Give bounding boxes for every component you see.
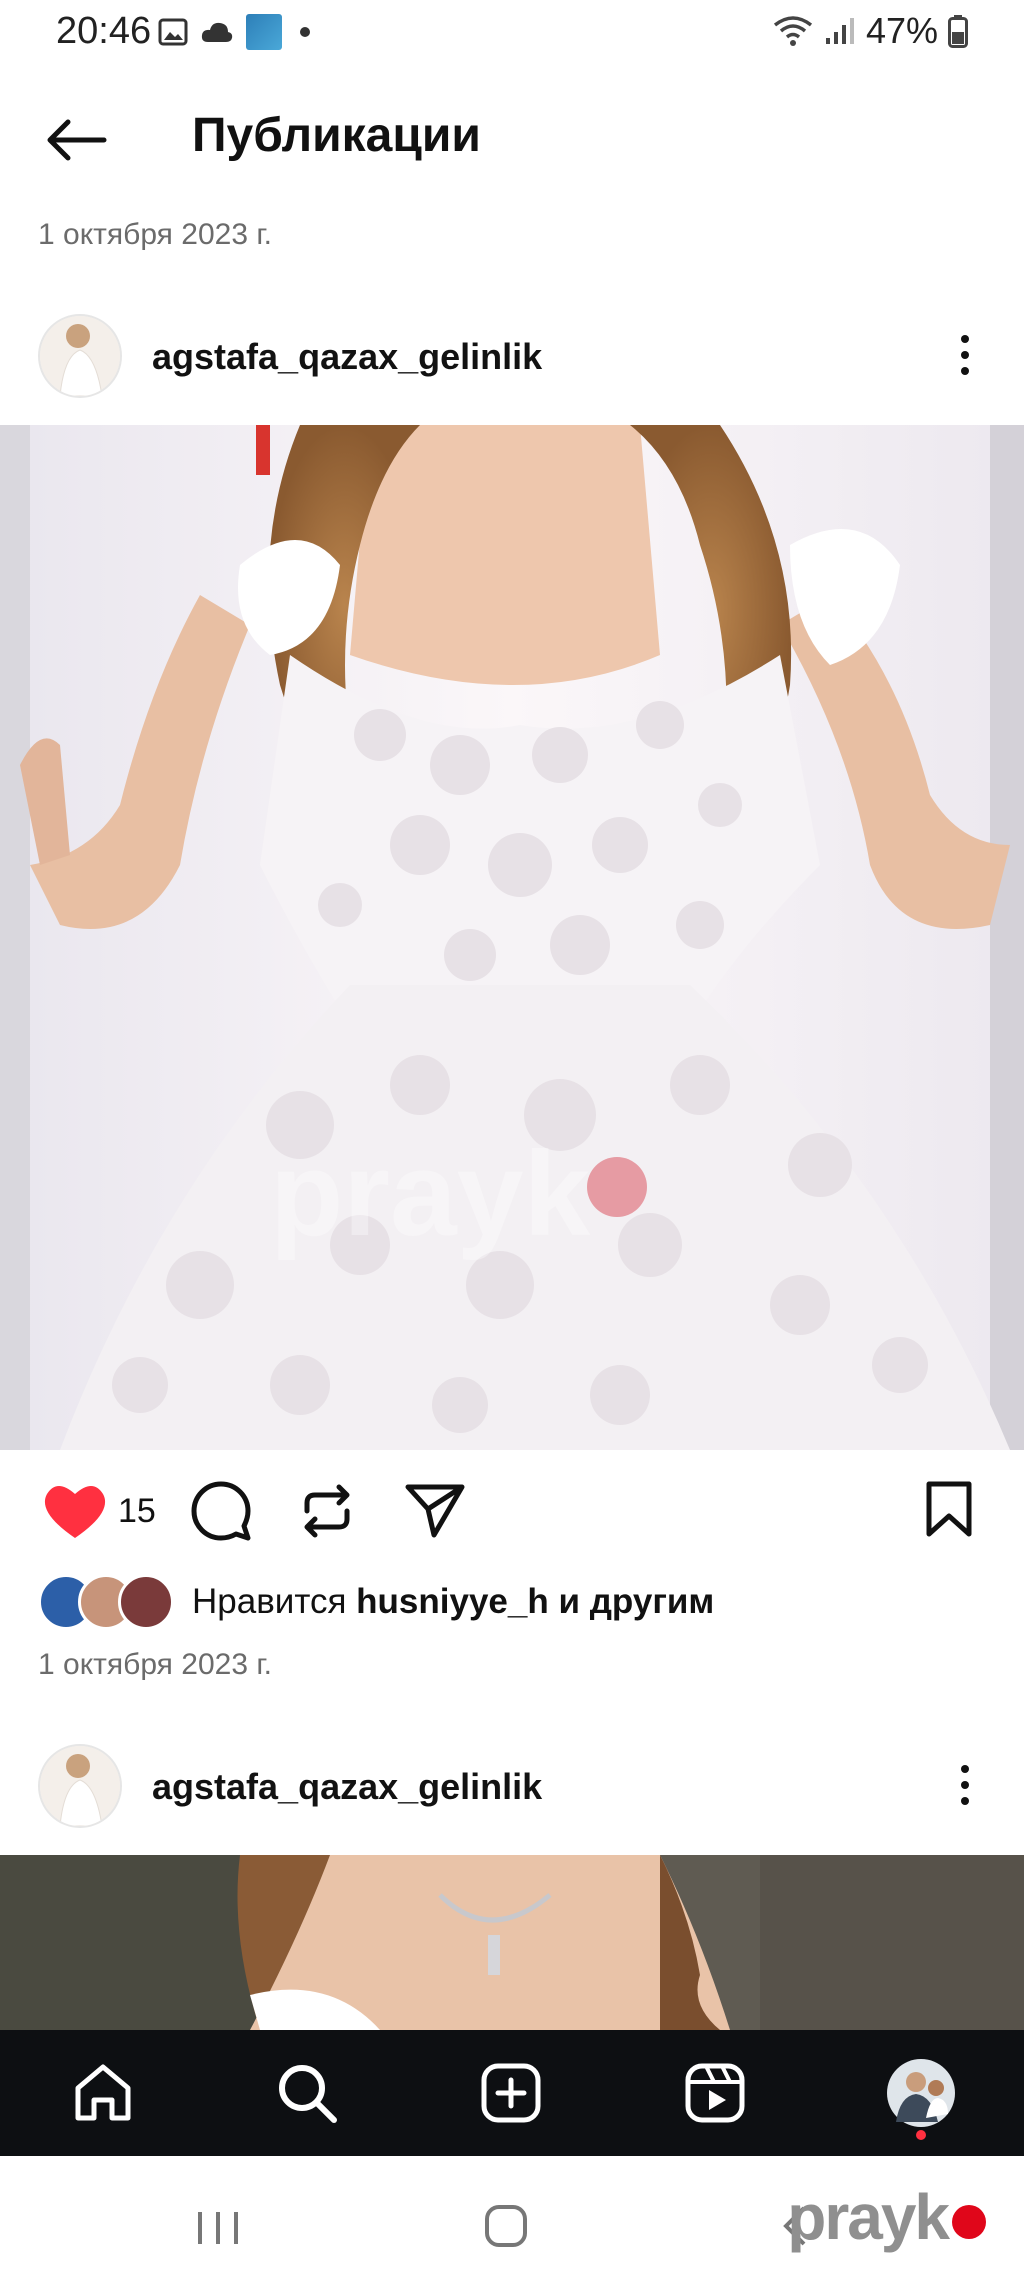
comment-icon: [191, 1481, 251, 1541]
profile-notification-dot: [916, 2130, 926, 2140]
page-title: Публикации: [192, 109, 481, 162]
app-notification-icon: [246, 14, 282, 50]
recent-apps-icon: [198, 2212, 238, 2244]
liker-username[interactable]: husniyye_h: [356, 1582, 549, 1621]
nav-search[interactable]: [262, 2048, 352, 2138]
notification-icons: [158, 14, 310, 50]
like-count[interactable]: 15: [118, 1492, 156, 1531]
repost-button[interactable]: [292, 1476, 362, 1546]
avatar-image: [40, 316, 120, 396]
heart-filled-icon: [44, 1486, 106, 1538]
wedding-dress-photo: prayk: [0, 425, 1024, 1450]
search-icon: [279, 2065, 337, 2123]
like-button[interactable]: [40, 1476, 110, 1546]
signal-icon: [825, 18, 854, 44]
status-time: 20:46: [56, 10, 152, 52]
comment-button[interactable]: [186, 1476, 256, 1546]
bride-photo: [0, 1855, 1024, 2030]
image-watermark: prayk: [270, 1127, 590, 1261]
liker-avatar: [118, 1574, 174, 1630]
save-button[interactable]: [914, 1474, 984, 1544]
back-button[interactable]: [40, 108, 112, 172]
repost-icon: [304, 1484, 350, 1538]
status-right: 47%: [772, 10, 968, 52]
bookmark-icon: [926, 1481, 972, 1537]
battery-icon: [948, 15, 968, 48]
watermark: prayk: [787, 2180, 986, 2254]
likes-summary[interactable]: Нравится husniyye_h и другим: [38, 1570, 714, 1634]
nav-home[interactable]: [58, 2048, 148, 2138]
post-header: agstafa_qazax_gelinlik: [0, 300, 1024, 410]
home-icon: [75, 2064, 131, 2121]
status-bar: 20:46 47%: [0, 0, 1024, 72]
share-button[interactable]: [400, 1476, 470, 1546]
avatar-image: [40, 1746, 120, 1826]
profile-avatar: [887, 2059, 955, 2127]
battery-percent: 47%: [865, 10, 938, 51]
post-date-top: 1 октября 2023 г.: [38, 218, 272, 251]
cloud-icon: [201, 22, 233, 42]
post-image[interactable]: prayk: [0, 425, 1024, 1450]
reels-icon: [685, 2063, 745, 2123]
home-button-icon: [485, 2205, 527, 2247]
post-date: 1 октября 2023 г.: [38, 1648, 272, 1681]
gallery-icon: [158, 18, 188, 46]
nav-profile[interactable]: [876, 2048, 966, 2138]
send-icon: [405, 1484, 465, 1538]
arrow-left-icon: [47, 119, 107, 161]
nav-create[interactable]: [466, 2048, 556, 2138]
nav-reels[interactable]: [670, 2048, 760, 2138]
post-image[interactable]: [0, 1855, 1024, 2030]
post-options-button[interactable]: [940, 320, 990, 390]
likes-text: Нравится husniyye_h и другим: [192, 1582, 715, 1621]
more-notifications-dot: [300, 27, 310, 37]
avatar[interactable]: [38, 314, 122, 398]
home-system-button[interactable]: [484, 2204, 528, 2253]
post-actions: 15: [0, 1466, 1024, 1556]
plus-square-icon: [481, 2063, 541, 2123]
avatar[interactable]: [38, 1744, 122, 1828]
post-options-button[interactable]: [940, 1750, 990, 1820]
wifi-icon: [773, 16, 813, 46]
post-username[interactable]: agstafa_qazax_gelinlik: [152, 1766, 542, 1808]
post-username[interactable]: agstafa_qazax_gelinlik: [152, 336, 542, 378]
post-header: agstafa_qazax_gelinlik: [0, 1730, 1024, 1840]
recent-apps-button[interactable]: [196, 2208, 240, 2253]
